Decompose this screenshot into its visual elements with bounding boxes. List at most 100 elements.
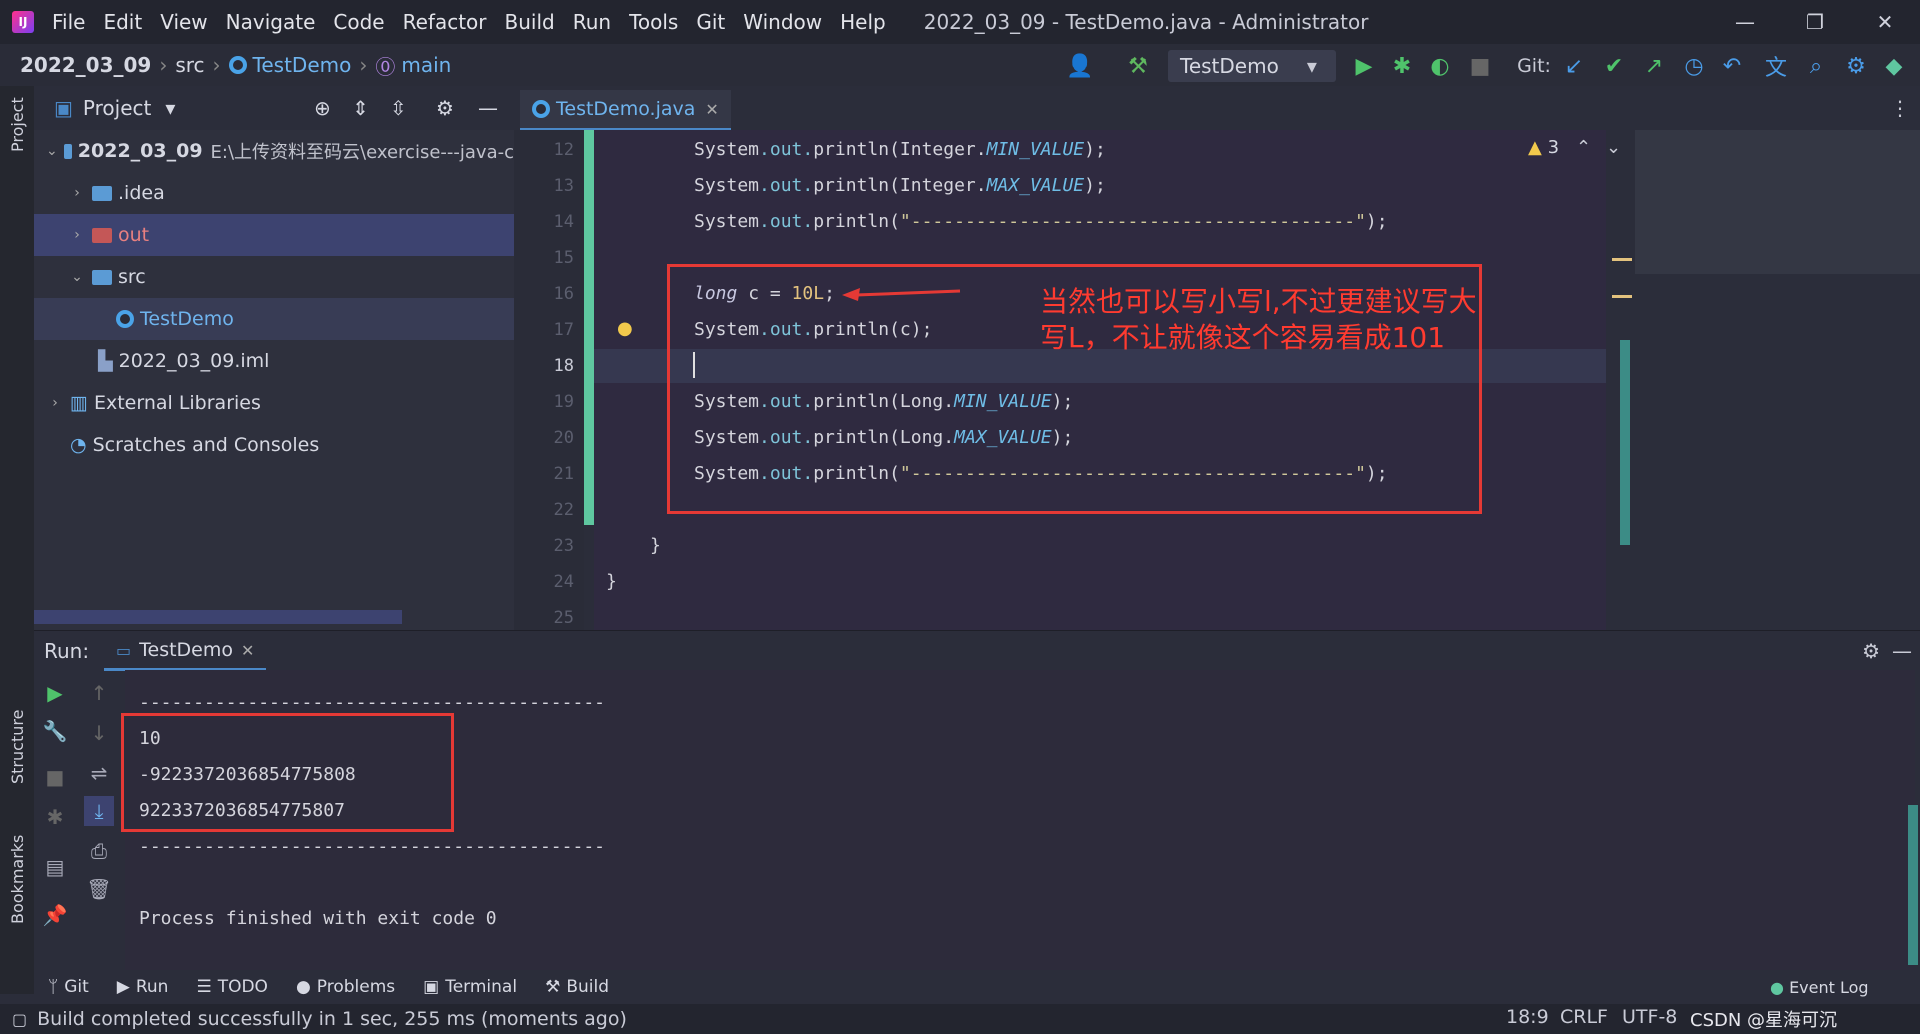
tool-build[interactable]: ⚒ Build [545,977,609,997]
chevron-down-icon[interactable]: ⌄ [68,269,86,285]
menu-tools[interactable]: Tools [629,10,678,34]
menu-window[interactable]: Window [743,10,822,34]
menu-run[interactable]: Run [573,10,611,34]
lightbulb-icon[interactable]: ● [617,318,633,339]
chevron-right-icon[interactable]: › [68,227,86,243]
warnings-indicator[interactable]: ▲ 3 [1528,137,1559,158]
print-icon[interactable]: ⎙ [84,836,114,866]
menu-git[interactable]: Git [696,10,725,34]
wrench-icon[interactable]: 🔧 [40,716,70,746]
rollback-icon[interactable]: ↶ [1718,52,1746,80]
menu-refactor[interactable]: Refactor [403,10,487,34]
breadcrumb-method[interactable]: main [401,53,451,77]
translate-icon[interactable]: 文 [1762,52,1790,81]
hide-icon[interactable]: — [478,96,498,120]
rerun-icon[interactable]: ▶ [40,678,70,708]
scroll-to-end-icon[interactable]: ⤓ [84,796,114,826]
soft-wrap-icon[interactable]: ⇌ [84,758,114,788]
stop-icon[interactable]: ■ [1466,52,1494,80]
down-arrow-icon[interactable]: ↓ [84,718,114,748]
tree-item-src[interactable]: ⌄ src [34,256,514,298]
trash-icon[interactable]: 🗑 [84,874,114,904]
hide-icon[interactable]: — [1892,639,1912,663]
tree-item-scratches[interactable]: ◔ Scratches and Consoles [34,424,514,466]
tool-todo[interactable]: ☰ TODO [196,977,268,997]
tool-problems[interactable]: ● Problems [296,977,395,997]
file-encoding[interactable]: UTF-8 [1622,1006,1677,1028]
gear-icon[interactable]: ⚙ [1862,639,1880,663]
menu-edit[interactable]: Edit [103,10,142,34]
git-push-icon[interactable]: ↗ [1640,52,1668,80]
tool-run[interactable]: ▶ Run [117,977,169,997]
minimize-button[interactable]: — [1710,0,1780,44]
menu-navigate[interactable]: Navigate [226,10,316,34]
close-tab-icon[interactable]: ✕ [705,100,718,119]
event-log-button[interactable]: ● Event Log [1770,978,1869,997]
run-icon[interactable]: ▶ [1350,52,1378,80]
search-icon[interactable]: ⌕ [1802,52,1830,80]
close-button[interactable]: ✕ [1850,0,1920,44]
debug-settings-icon[interactable]: ✱ [40,802,70,832]
tool-git[interactable]: ᛘ Git [48,977,89,997]
menu-file[interactable]: File [52,10,85,34]
chevron-right-icon[interactable]: › [46,395,64,411]
tree-item-idea[interactable]: › .idea [34,172,514,214]
method-icon: ⓪ [375,54,396,79]
tree-item-label: External Libraries [93,392,261,414]
layout-icon[interactable]: ▤ [40,852,70,882]
status-message[interactable]: Build completed successfully in 1 sec, 2… [37,1008,627,1030]
expand-all-icon[interactable]: ⇕ [352,96,369,120]
pin-icon[interactable]: 📌 [40,900,70,930]
run-tab-testdemo[interactable]: ▭ TestDemo ✕ [104,632,267,671]
tree-item-out[interactable]: › out [34,214,514,256]
git-update-icon[interactable]: ↙ [1560,52,1588,80]
breadcrumb-class[interactable]: TestDemo [253,53,352,77]
tree-item-testdemo[interactable]: TestDemo [34,298,514,340]
console-scrollbar[interactable] [1908,805,1918,965]
build-hammer-icon[interactable]: ⚒ [1124,52,1152,80]
more-options-icon[interactable]: ⋮ [1890,96,1910,120]
project-panel-title[interactable]: Project [83,96,151,120]
collapse-all-icon[interactable]: ⇳ [390,96,407,120]
tree-item-iml[interactable]: ▙ 2022_03_09.iml [34,340,514,382]
chevron-up-icon[interactable]: ⌃ [1576,137,1591,158]
tree-item-external-libraries[interactable]: › ▥ External Libraries [34,382,514,424]
debug-icon[interactable]: ✱ [1388,52,1416,80]
history-icon[interactable]: ◷ [1680,52,1708,80]
gear-icon[interactable]: ⚙ [436,96,454,120]
close-tab-icon[interactable]: ✕ [241,641,254,660]
chevron-down-icon[interactable]: ⌄ [1606,137,1621,158]
menu-view[interactable]: View [160,10,207,34]
tab-testdemo-java[interactable]: TestDemo.java ✕ [520,90,731,131]
chevron-down-icon[interactable]: ▾ [165,96,175,120]
menu-help[interactable]: Help [840,10,886,34]
bookmarks-tool-tab[interactable]: Bookmarks [8,835,27,924]
tool-terminal[interactable]: ▣ Terminal [423,977,517,997]
project-tool-tab[interactable]: Project [8,97,27,152]
coverage-icon[interactable]: ◐ [1426,52,1454,80]
locate-icon[interactable]: ⊕ [314,96,331,120]
run-config-select[interactable]: TestDemo ▾ [1168,50,1336,82]
git-commit-icon[interactable]: ✔ [1600,52,1628,80]
menu-code[interactable]: Code [333,10,384,34]
structure-tool-tab[interactable]: Structure [8,710,27,784]
status-toggle-icon[interactable]: ▢ [12,1010,27,1029]
tree-item-root[interactable]: ⌄ 2022_03_09 E:\上传资料至码云\exercise---java-… [34,130,514,172]
chevron-right-icon[interactable]: › [68,185,86,201]
code-minimap[interactable] [1635,130,1920,274]
chevron-down-icon[interactable]: ⌄ [46,143,58,159]
breadcrumb-project[interactable]: 2022_03_09 [20,53,151,77]
line-separator[interactable]: CRLF [1560,1006,1608,1028]
editor-scrollbar[interactable] [1620,340,1630,545]
user-icon[interactable]: 👤 [1066,52,1094,80]
line-number: 22 [553,500,574,520]
stop-icon[interactable]: ■ [40,762,70,792]
up-arrow-icon[interactable]: ↑ [84,678,114,708]
menu-build[interactable]: Build [505,10,555,34]
plugin-icon[interactable]: ◆ [1880,52,1908,80]
settings-gear-icon[interactable]: ⚙ [1842,52,1870,80]
breadcrumb-src[interactable]: src [175,53,204,77]
restore-button[interactable]: ❐ [1780,0,1850,44]
caret-position[interactable]: 18:9 [1506,1006,1549,1028]
horizontal-scrollbar[interactable] [34,610,402,624]
